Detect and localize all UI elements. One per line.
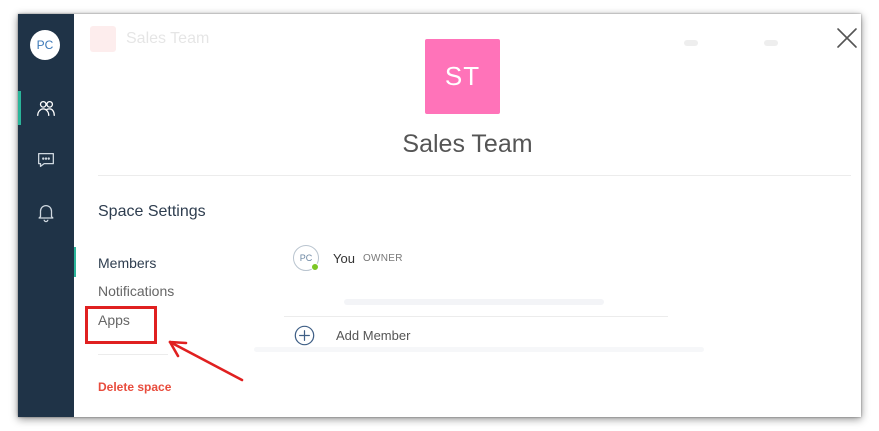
member-name: You <box>333 250 355 266</box>
bell-icon <box>38 205 54 223</box>
app-window: PC Sales Team ST Sales Team Space Settin… <box>18 14 861 417</box>
background-text <box>344 299 604 305</box>
member-row[interactable]: PC You OWNER <box>293 245 403 271</box>
user-avatar[interactable]: PC <box>30 30 60 60</box>
delete-space-link[interactable]: Delete space <box>98 380 171 394</box>
rail-item-people[interactable] <box>18 91 74 125</box>
member-role: OWNER <box>362 252 403 264</box>
member-initials: PC <box>299 253 313 263</box>
nav-notifications[interactable]: Notifications <box>98 283 174 299</box>
close-icon[interactable] <box>835 26 859 50</box>
space-name: Sales Team <box>402 130 533 158</box>
annotation-arrow <box>168 340 244 382</box>
background-icon <box>764 40 778 46</box>
background-space-avatar <box>90 26 116 52</box>
online-status-dot <box>311 263 319 271</box>
divider <box>98 175 851 176</box>
divider <box>98 354 168 355</box>
chat-icon <box>38 152 54 168</box>
rail-item-notifications[interactable] <box>18 195 74 229</box>
background-text <box>254 347 704 352</box>
rail-item-chat[interactable] <box>18 143 74 177</box>
add-member-label: Add Member <box>336 328 411 343</box>
add-circle-icon <box>294 325 315 346</box>
member-avatar: PC <box>293 245 319 271</box>
active-nav-indicator <box>74 247 76 277</box>
left-rail: PC <box>18 14 74 417</box>
annotation-highlight <box>85 306 157 344</box>
add-member-button[interactable]: Add Member <box>294 325 410 346</box>
background-space-title: Sales Team <box>126 30 210 47</box>
divider <box>284 316 668 317</box>
nav-members[interactable]: Members <box>98 255 156 271</box>
space-avatar[interactable]: ST <box>425 39 500 114</box>
people-icon <box>37 100 55 116</box>
settings-title: Space Settings <box>98 203 206 220</box>
background-icon <box>684 40 698 46</box>
space-settings-modal: Sales Team ST Sales Team Space Settings … <box>74 14 861 417</box>
background-header: Sales Team <box>90 26 209 52</box>
